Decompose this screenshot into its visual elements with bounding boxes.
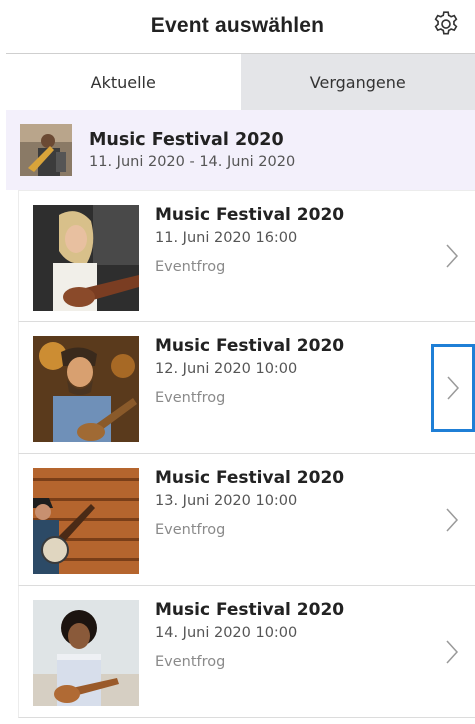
session-title: Music Festival 2020	[155, 468, 345, 488]
session-photo	[33, 336, 139, 442]
tab-aktuelle[interactable]: Aktuelle	[6, 54, 241, 110]
session-photo	[33, 600, 139, 706]
session-organizer: Eventfrog	[155, 390, 226, 406]
event-summary: Music Festival 2020 11. Juni 2020 - 14. …	[6, 110, 475, 190]
list-item[interactable]: Music Festival 2020 11. Juni 2020 16:00 …	[18, 190, 475, 322]
list-item[interactable]: Music Festival 2020 13. Juni 2020 10:00 …	[18, 454, 475, 586]
session-organizer: Eventfrog	[155, 259, 226, 275]
session-title: Music Festival 2020	[155, 205, 345, 225]
session-datetime: 14. Juni 2020 10:00	[155, 625, 298, 641]
chevron-right-icon[interactable]	[437, 236, 467, 276]
chevron-right-icon[interactable]	[437, 500, 467, 540]
session-datetime: 12. Juni 2020 10:00	[155, 361, 298, 377]
session-photo	[33, 468, 139, 574]
tab-vergangene[interactable]: Vergangene	[240, 54, 475, 110]
event-title: Music Festival 2020	[89, 130, 284, 150]
session-list: Music Festival 2020 11. Juni 2020 16:00 …	[18, 190, 475, 718]
session-datetime: 11. Juni 2020 16:00	[155, 230, 298, 246]
session-datetime: 13. Juni 2020 10:00	[155, 493, 298, 509]
page-title: Event auswählen	[150, 14, 325, 37]
chevron-right-icon[interactable]	[431, 343, 475, 432]
tab-bar: Aktuelle Vergangene	[6, 53, 475, 110]
session-title: Music Festival 2020	[155, 600, 345, 620]
session-organizer: Eventfrog	[155, 654, 226, 670]
event-thumbnail	[20, 124, 72, 176]
session-photo	[33, 205, 139, 311]
list-item[interactable]: Music Festival 2020 12. Juni 2020 10:00 …	[18, 322, 475, 454]
event-dates: 11. Juni 2020 - 14. Juni 2020	[89, 154, 296, 170]
app-header: Event auswählen	[0, 0, 475, 52]
session-organizer: Eventfrog	[155, 522, 226, 538]
list-item[interactable]: Music Festival 2020 14. Juni 2020 10:00 …	[18, 586, 475, 718]
session-title: Music Festival 2020	[155, 336, 345, 356]
chevron-right-icon[interactable]	[437, 632, 467, 672]
gear-icon[interactable]	[431, 9, 461, 39]
